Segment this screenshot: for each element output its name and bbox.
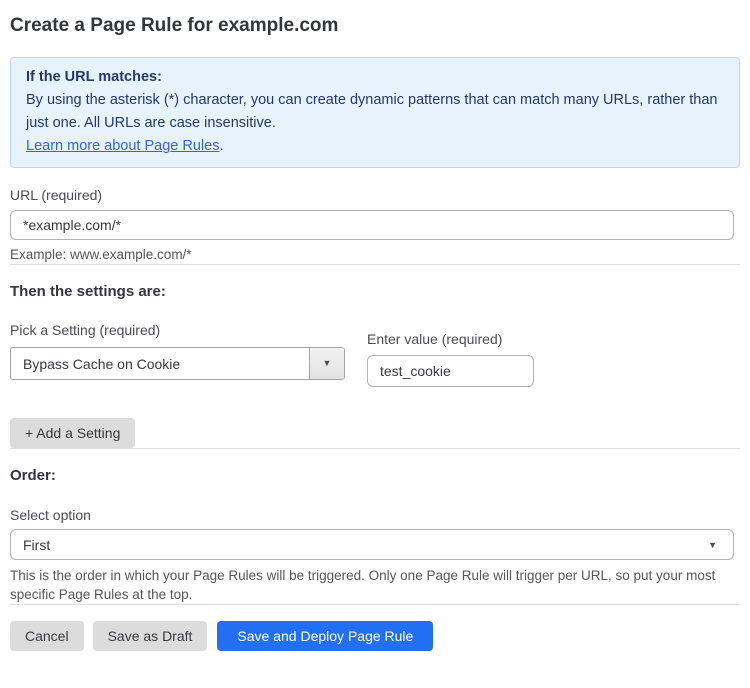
pick-setting-column: Pick a Setting (required) Bypass Cache o… [10, 322, 345, 380]
page-title: Create a Page Rule for example.com [10, 14, 740, 38]
cancel-button[interactable]: Cancel [10, 621, 84, 651]
learn-more-link[interactable]: Learn more about Page Rules [26, 138, 219, 154]
save-as-draft-button[interactable]: Save as Draft [93, 621, 208, 651]
url-input[interactable] [10, 210, 734, 240]
settings-row: Pick a Setting (required) Bypass Cache o… [10, 322, 740, 387]
setting-select[interactable]: Bypass Cache on Cookie ▼ [10, 347, 345, 380]
create-page-rule-form: Create a Page Rule for example.com If th… [0, 14, 750, 651]
link-period: . [219, 138, 223, 154]
enter-value-column: Enter value (required) [367, 331, 534, 387]
settings-section-heading: Then the settings are: [10, 282, 740, 301]
order-select[interactable]: First ▼ [10, 529, 734, 560]
add-setting-button[interactable]: + Add a Setting [10, 418, 135, 448]
order-helper-text: This is the order in which your Page Rul… [10, 566, 740, 604]
info-box-heading: If the URL matches: [26, 66, 724, 89]
divider [10, 264, 740, 265]
setting-select-dropdown-button[interactable]: ▼ [309, 348, 344, 379]
order-section-heading: Order: [10, 466, 740, 485]
chevron-down-icon: ▼ [708, 540, 733, 550]
url-example-helper: Example: www.example.com/* [10, 245, 740, 264]
divider [10, 448, 740, 449]
setting-value-input[interactable] [367, 355, 534, 387]
divider [10, 604, 740, 605]
setting-select-value: Bypass Cache on Cookie [11, 356, 309, 372]
save-and-deploy-button[interactable]: Save and Deploy Page Rule [217, 621, 433, 651]
order-select-label: Select option [10, 507, 740, 524]
order-select-value: First [11, 537, 708, 553]
footer-actions: Cancel Save as Draft Save and Deploy Pag… [10, 621, 740, 651]
info-box-link-line: Learn more about Page Rules. [26, 135, 724, 158]
url-matches-info-box: If the URL matches: By using the asteris… [10, 57, 740, 168]
pick-setting-label: Pick a Setting (required) [10, 322, 345, 339]
enter-value-label: Enter value (required) [367, 331, 534, 348]
info-box-body: By using the asterisk (*) character, you… [26, 89, 724, 135]
chevron-down-icon: ▼ [323, 359, 332, 368]
url-label: URL (required) [10, 187, 740, 204]
